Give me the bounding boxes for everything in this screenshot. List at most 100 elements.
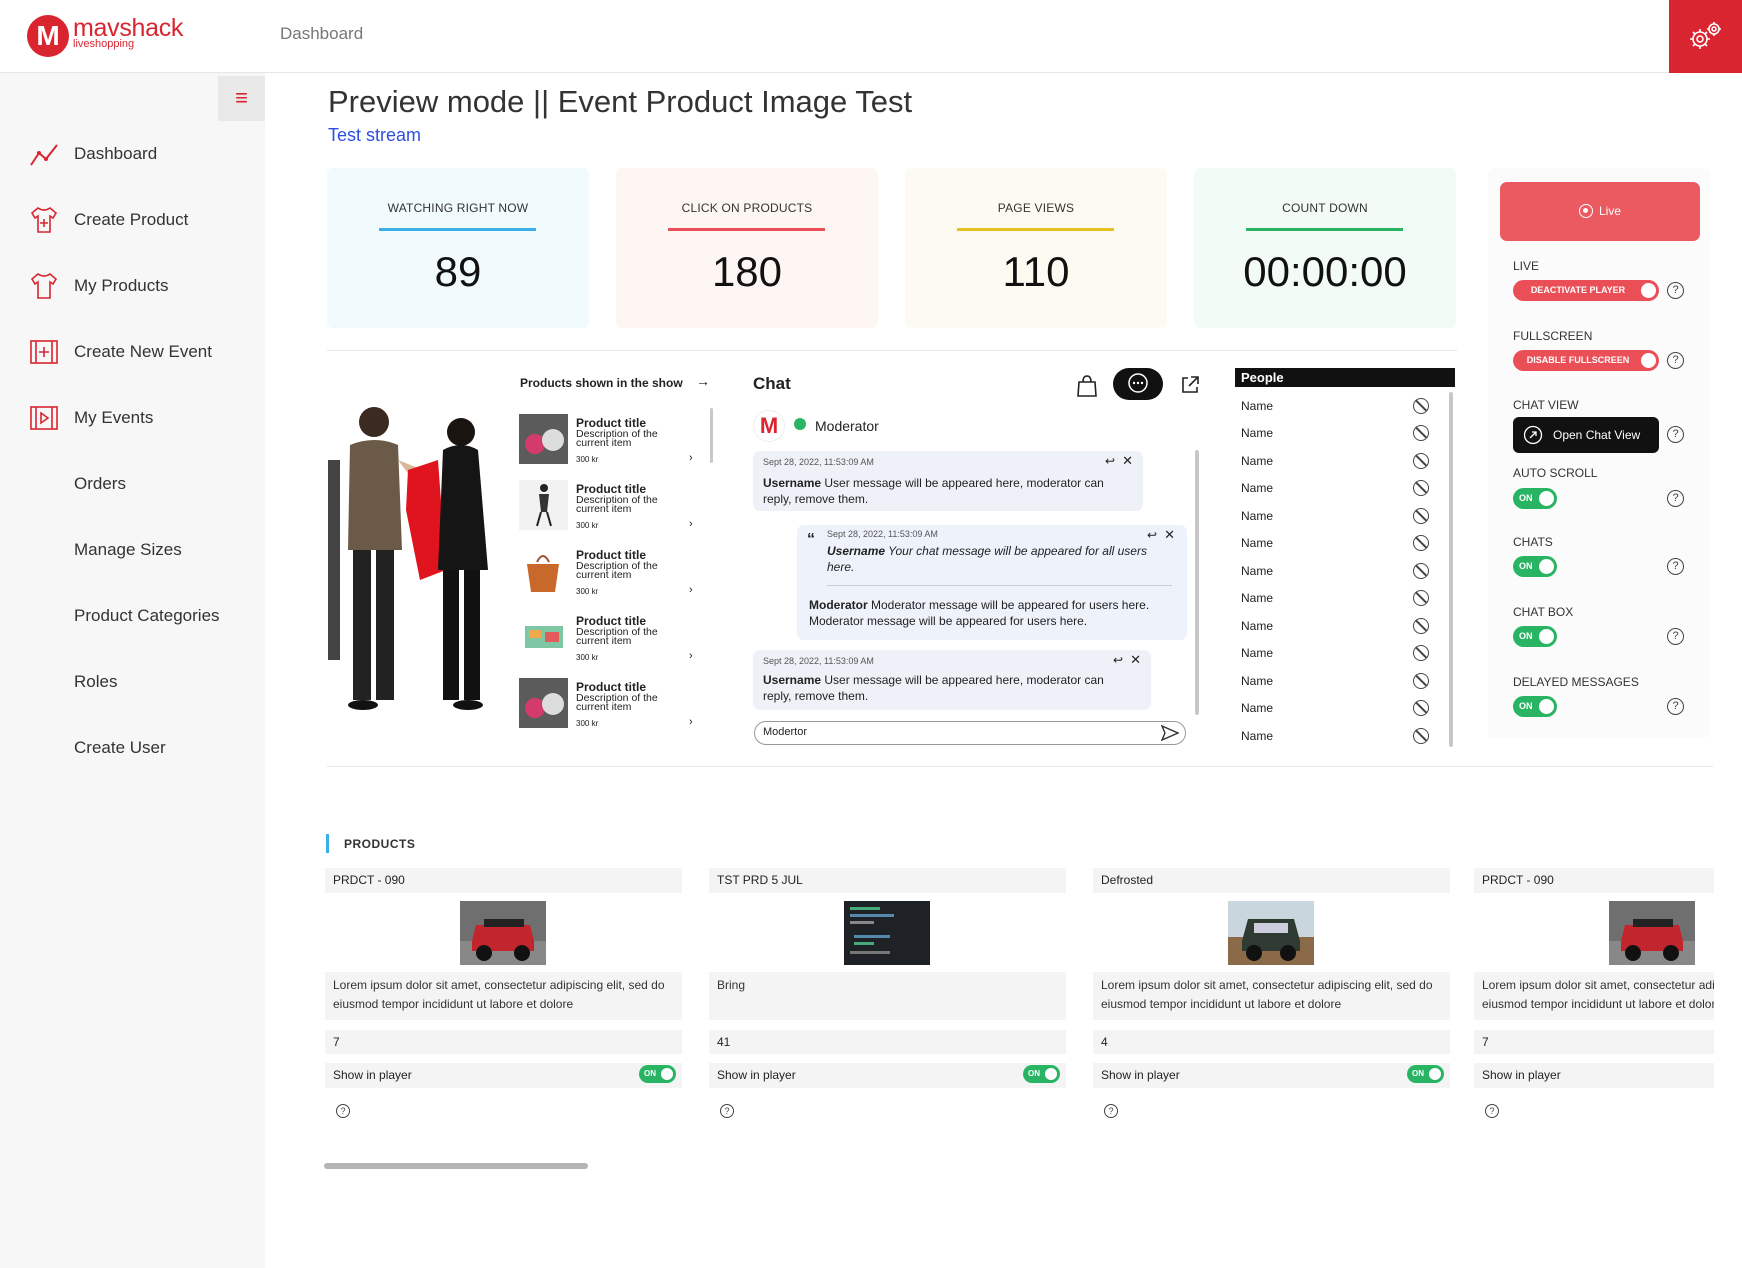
close-icon[interactable]: ✕: [1122, 453, 1133, 469]
settings-button[interactable]: [1669, 0, 1742, 73]
help-icon[interactable]: ?: [1667, 282, 1684, 299]
help-icon[interactable]: ?: [1667, 490, 1684, 507]
reply-icon[interactable]: ↩: [1105, 454, 1115, 468]
ban-icon[interactable]: [1413, 453, 1429, 469]
stat-card-countdown: COUNT DOWN 00:00:00: [1194, 168, 1456, 328]
help-icon[interactable]: ?: [720, 1104, 734, 1118]
list-item[interactable]: Product title Description of the current…: [519, 480, 704, 540]
help-icon[interactable]: ?: [1667, 558, 1684, 575]
people-scrollbar[interactable]: [1449, 392, 1453, 747]
product-name[interactable]: TST PRD 5 JUL: [709, 868, 1066, 893]
product-quantity-input[interactable]: 41: [709, 1030, 1066, 1054]
logo-mark-icon[interactable]: M: [27, 15, 69, 57]
horizontal-scrollbar[interactable]: [324, 1163, 588, 1169]
help-icon[interactable]: ?: [1667, 352, 1684, 369]
message-divider: [827, 585, 1172, 586]
help-icon[interactable]: ?: [1485, 1104, 1499, 1118]
show-in-player-toggle[interactable]: ON: [1407, 1065, 1444, 1083]
close-icon[interactable]: ✕: [1130, 652, 1141, 668]
sidebar-item-create-product[interactable]: Create Product: [0, 199, 265, 243]
ban-icon[interactable]: [1413, 480, 1429, 496]
reply-icon[interactable]: ↩: [1147, 528, 1157, 542]
reply-icon[interactable]: ↩: [1113, 653, 1123, 667]
ban-icon[interactable]: [1413, 728, 1429, 744]
help-icon[interactable]: ?: [1104, 1104, 1118, 1118]
help-icon[interactable]: ?: [1667, 628, 1684, 645]
product-card: PRDCT - 090 Lorem ipsum dolor sit amet, …: [1474, 868, 1714, 1128]
sidebar-item-label: Create User: [74, 738, 166, 757]
chevron-right-icon[interactable]: ›: [689, 716, 693, 728]
help-icon[interactable]: ?: [1667, 426, 1684, 443]
ban-icon[interactable]: [1413, 508, 1429, 524]
sidebar-item-my-events[interactable]: My Events: [0, 397, 265, 441]
sidebar-item-my-products[interactable]: My Products: [0, 265, 265, 309]
disable-fullscreen-toggle[interactable]: DISABLE FULLSCREEN: [1513, 350, 1659, 371]
stat-value: 180: [711, 248, 783, 295]
list-item[interactable]: Product title Description of the current…: [519, 546, 704, 606]
chevron-right-icon[interactable]: ›: [689, 518, 693, 530]
product-description-input[interactable]: Lorem ipsum dolor sit amet, consectetur …: [325, 972, 682, 1020]
sidebar-item-create-user[interactable]: Create User: [0, 727, 265, 771]
shopping-bag-icon[interactable]: [1076, 374, 1098, 398]
product-quantity-input[interactable]: 7: [325, 1030, 682, 1054]
ban-icon[interactable]: [1413, 590, 1429, 606]
product-description-input[interactable]: Lorem ipsum dolor sit amet, consectetur …: [1093, 972, 1450, 1020]
chats-toggle[interactable]: ON: [1513, 556, 1557, 577]
arrow-right-icon[interactable]: →: [696, 373, 710, 389]
auto-scroll-toggle[interactable]: ON: [1513, 488, 1557, 509]
ban-icon[interactable]: [1413, 673, 1429, 689]
close-icon[interactable]: ✕: [1164, 527, 1175, 543]
help-icon[interactable]: ?: [336, 1104, 350, 1118]
page-subtitle[interactable]: Test stream: [328, 125, 421, 146]
list-item[interactable]: Product title Description of the current…: [519, 414, 704, 474]
ban-icon[interactable]: [1413, 618, 1429, 634]
sidebar-item-product-categories[interactable]: Product Categories: [0, 595, 265, 639]
sidebar-item-dashboard[interactable]: Dashboard: [0, 133, 265, 177]
ban-icon[interactable]: [1413, 425, 1429, 441]
product-name[interactable]: PRDCT - 090: [1474, 868, 1714, 893]
divider: [327, 766, 1713, 767]
people-row: Name: [1241, 478, 1441, 498]
ban-icon[interactable]: [1413, 535, 1429, 551]
show-in-player-toggle[interactable]: ON: [1023, 1065, 1060, 1083]
sidebar-item-orders[interactable]: Orders: [0, 463, 265, 507]
sidebar-item-manage-sizes[interactable]: Manage Sizes: [0, 529, 265, 573]
film-plus-icon: [30, 340, 58, 364]
product-thumbnail: [519, 480, 568, 530]
chat-message-own: “ Sept 28, 2022, 11:53:09 AM ↩ ✕ Usernam…: [797, 525, 1187, 640]
product-image: [844, 901, 930, 965]
ban-icon[interactable]: [1413, 563, 1429, 579]
chevron-right-icon[interactable]: ›: [689, 584, 693, 596]
product-name[interactable]: Defrosted: [1093, 868, 1450, 893]
chevron-right-icon[interactable]: ›: [689, 452, 693, 464]
product-name[interactable]: PRDCT - 090: [325, 868, 682, 893]
product-description-input[interactable]: Lorem ipsum dolor sit amet, consectetur …: [1474, 972, 1714, 1020]
show-in-player-toggle[interactable]: ON: [639, 1065, 676, 1083]
live-button[interactable]: Live: [1500, 182, 1700, 241]
chat-toggle-button[interactable]: [1113, 368, 1163, 400]
chat-scrollbar[interactable]: [1195, 450, 1199, 715]
send-icon[interactable]: [1161, 725, 1179, 741]
help-icon[interactable]: ?: [1667, 698, 1684, 715]
product-quantity-input[interactable]: 4: [1093, 1030, 1450, 1054]
sidebar-item-create-new-event[interactable]: Create New Event: [0, 331, 265, 375]
chat-input[interactable]: Modertor: [754, 721, 1186, 745]
list-item[interactable]: Product title Description of the current…: [519, 612, 704, 672]
list-item[interactable]: Product title Description of the current…: [519, 678, 704, 738]
product-description-input[interactable]: Bring: [709, 972, 1066, 1020]
open-chat-view-button[interactable]: Open Chat View: [1513, 417, 1659, 453]
ban-icon[interactable]: [1413, 645, 1429, 661]
chevron-right-icon[interactable]: ›: [689, 650, 693, 662]
menu-toggle-button[interactable]: ≡: [218, 76, 265, 121]
ban-icon[interactable]: [1413, 398, 1429, 414]
sidebar-item-label: Manage Sizes: [74, 540, 182, 559]
person-name: Name: [1241, 426, 1274, 440]
sidebar-item-roles[interactable]: Roles: [0, 661, 265, 705]
products-scrollbar[interactable]: [710, 408, 713, 463]
delayed-messages-toggle[interactable]: ON: [1513, 696, 1557, 717]
ban-icon[interactable]: [1413, 700, 1429, 716]
product-quantity-input[interactable]: 7: [1474, 1030, 1714, 1054]
deactivate-player-toggle[interactable]: DEACTIVATE PLAYER: [1513, 280, 1659, 301]
external-link-icon[interactable]: [1180, 375, 1200, 395]
chat-box-toggle[interactable]: ON: [1513, 626, 1557, 647]
